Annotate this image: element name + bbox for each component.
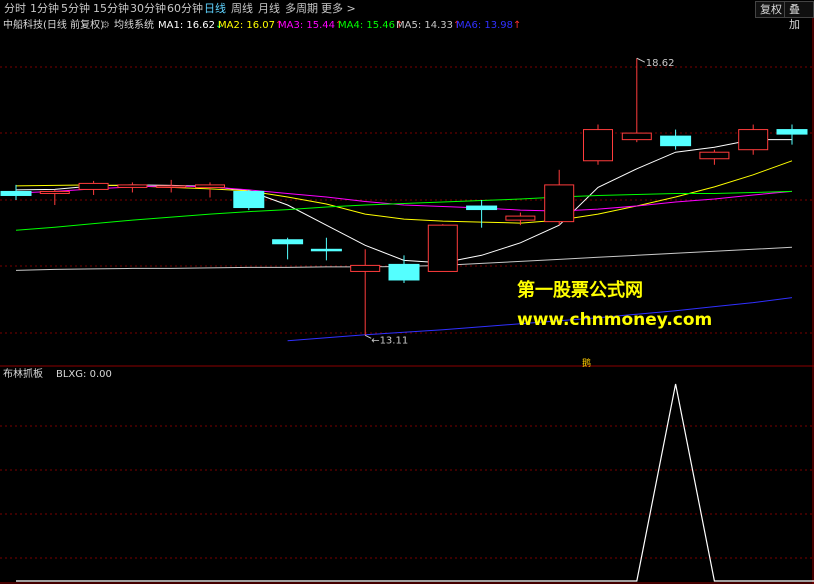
ma-legend-1: MA2: 16.07↑ [218,20,284,31]
period-tab-1[interactable]: 1分钟 [30,0,59,18]
candle-body-2 [78,182,109,190]
period-tab-4[interactable]: 30分钟 [130,0,166,18]
ma-legend-0: MA1: 16.62↓ [158,20,224,31]
overlay-button[interactable]: 叠加 [784,1,814,31]
period-tab-8[interactable]: 月线 [258,0,280,18]
sub-indicator-name[interactable]: 布林抓板 [3,367,43,383]
candle-body-10 [388,263,420,281]
period-tab-10[interactable]: 更多 > [321,0,356,18]
period-tab-3[interactable]: 15分钟 [93,0,129,18]
candle-body-6 [233,190,265,209]
candle-body-15 [583,129,613,162]
candle-body-0 [0,190,32,196]
ma-legend-3: MA4: 15.46↑ [338,20,404,31]
low-label: ←13.11 [371,335,408,346]
ma-legend-2: MA3: 15.44↑ [278,20,344,31]
period-toolbar: 分时 1分钟 5分钟 15分钟 30分钟 60分钟 日线 周线 月线 多周期 更多 > [0,0,814,18]
candle-body-14 [544,184,575,223]
watermark-url: www.chnmoney.com [517,310,713,330]
ma-legend-4: MA5: 14.33↑ [396,20,462,31]
candle-body-3 [117,184,148,188]
restore-button[interactable]: 复权 [755,1,787,18]
ma-legend-5: MA6: 13.98↑ [456,20,522,31]
period-tab-5[interactable]: 60分钟 [167,0,203,18]
main-chart-title: 中船科技(日线 前复权) ⚙ 均线系统 MA1: 16.62↓ MA2: 16.0… [0,18,814,34]
watermark-cn: 第一股票公式网 [517,280,643,301]
candle-body-18 [699,151,730,160]
candle-body-11 [427,224,458,272]
ma-line-MA1 [15,139,792,264]
chart-canvas: 18.62 ←13.11 [0,16,814,584]
indicator-name[interactable]: 均线系统 [114,18,154,34]
event-tag: 鹅 [582,359,592,369]
stock-name: 中船科技(日线 前复权) [3,20,104,31]
candle-body-19 [738,129,769,151]
period-tab-9[interactable]: 多周期 [285,0,318,18]
candle-body-12 [466,205,498,211]
candle-body-16 [621,132,652,141]
candle-body-17 [660,135,692,147]
blxg-line [16,383,814,582]
period-tab-7[interactable]: 周线 [231,0,253,18]
period-tab-2[interactable]: 5分钟 [61,0,90,18]
candle-body-1 [39,190,70,194]
period-tab-6[interactable]: 日线 [204,0,226,18]
candle-body-13 [505,215,536,221]
candle-body-20 [776,129,808,135]
candle-body-8 [310,248,342,252]
settings-icon[interactable]: ⚙ [101,18,110,34]
high-pointer [636,57,646,63]
high-label: 18.62 [646,58,675,69]
period-tab-0[interactable]: 分时 [4,0,26,18]
candle-body-4 [156,185,187,188]
candle-body-9 [350,264,381,272]
sub-indicator-value: BLXG: 0.00 [56,369,112,380]
candle-body-7 [272,239,304,245]
candle-body-5 [195,184,225,188]
